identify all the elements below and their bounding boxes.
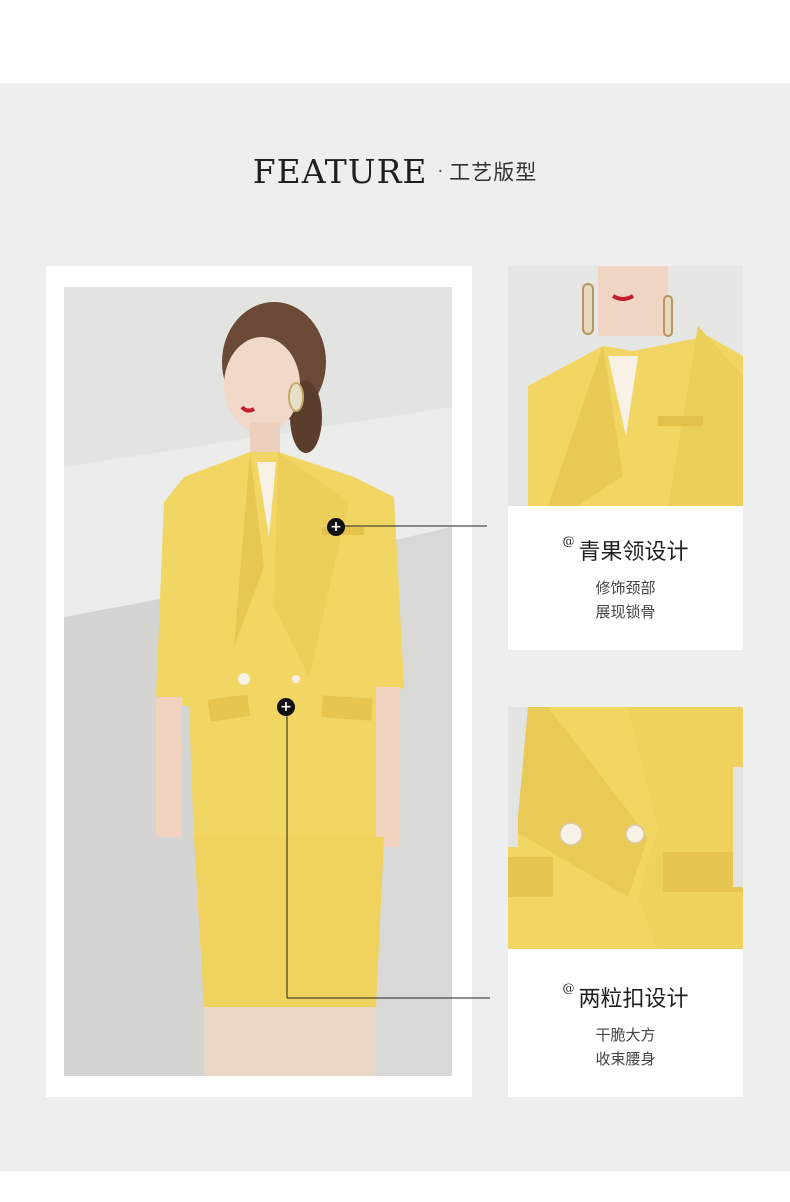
feature-desc-line: 干脆大方 xyxy=(595,1026,656,1044)
at-symbol: @ xyxy=(562,534,575,548)
plus-icon[interactable]: + xyxy=(327,518,345,536)
feature-description-lapel: 修饰颈部 展现锁骨 xyxy=(508,576,743,624)
lapel-closeup-photo xyxy=(508,266,743,506)
feature-desc-line: 修饰颈部 xyxy=(595,579,656,597)
heading-english: FEATURE xyxy=(252,152,428,191)
feature-title-text: 两粒扣设计 xyxy=(578,987,689,1012)
at-symbol: @ xyxy=(562,981,575,995)
button-closeup-photo xyxy=(508,707,743,949)
model-photo xyxy=(64,287,452,1076)
feature-description-buttons: 干脆大方 收束腰身 xyxy=(508,1023,743,1071)
feature-desc-line: 收束腰身 xyxy=(595,1050,656,1068)
heading-separator: · xyxy=(437,161,444,182)
feature-title-text: 青果领设计 xyxy=(578,540,689,565)
feature-desc-line: 展现锁骨 xyxy=(595,603,656,621)
feature-title-buttons: @ 两粒扣设计 xyxy=(508,981,743,1013)
feature-card-buttons: @ 两粒扣设计 干脆大方 收束腰身 xyxy=(508,707,743,1097)
feature-card-lapel: @ 青果领设计 修饰颈部 展现锁骨 xyxy=(508,266,743,650)
heading-chinese: 工艺版型 xyxy=(449,160,538,185)
feature-title-lapel: @ 青果领设计 xyxy=(508,534,743,566)
section-heading: FEATURE · 工艺版型 xyxy=(0,152,790,191)
plus-icon[interactable]: + xyxy=(277,698,295,716)
